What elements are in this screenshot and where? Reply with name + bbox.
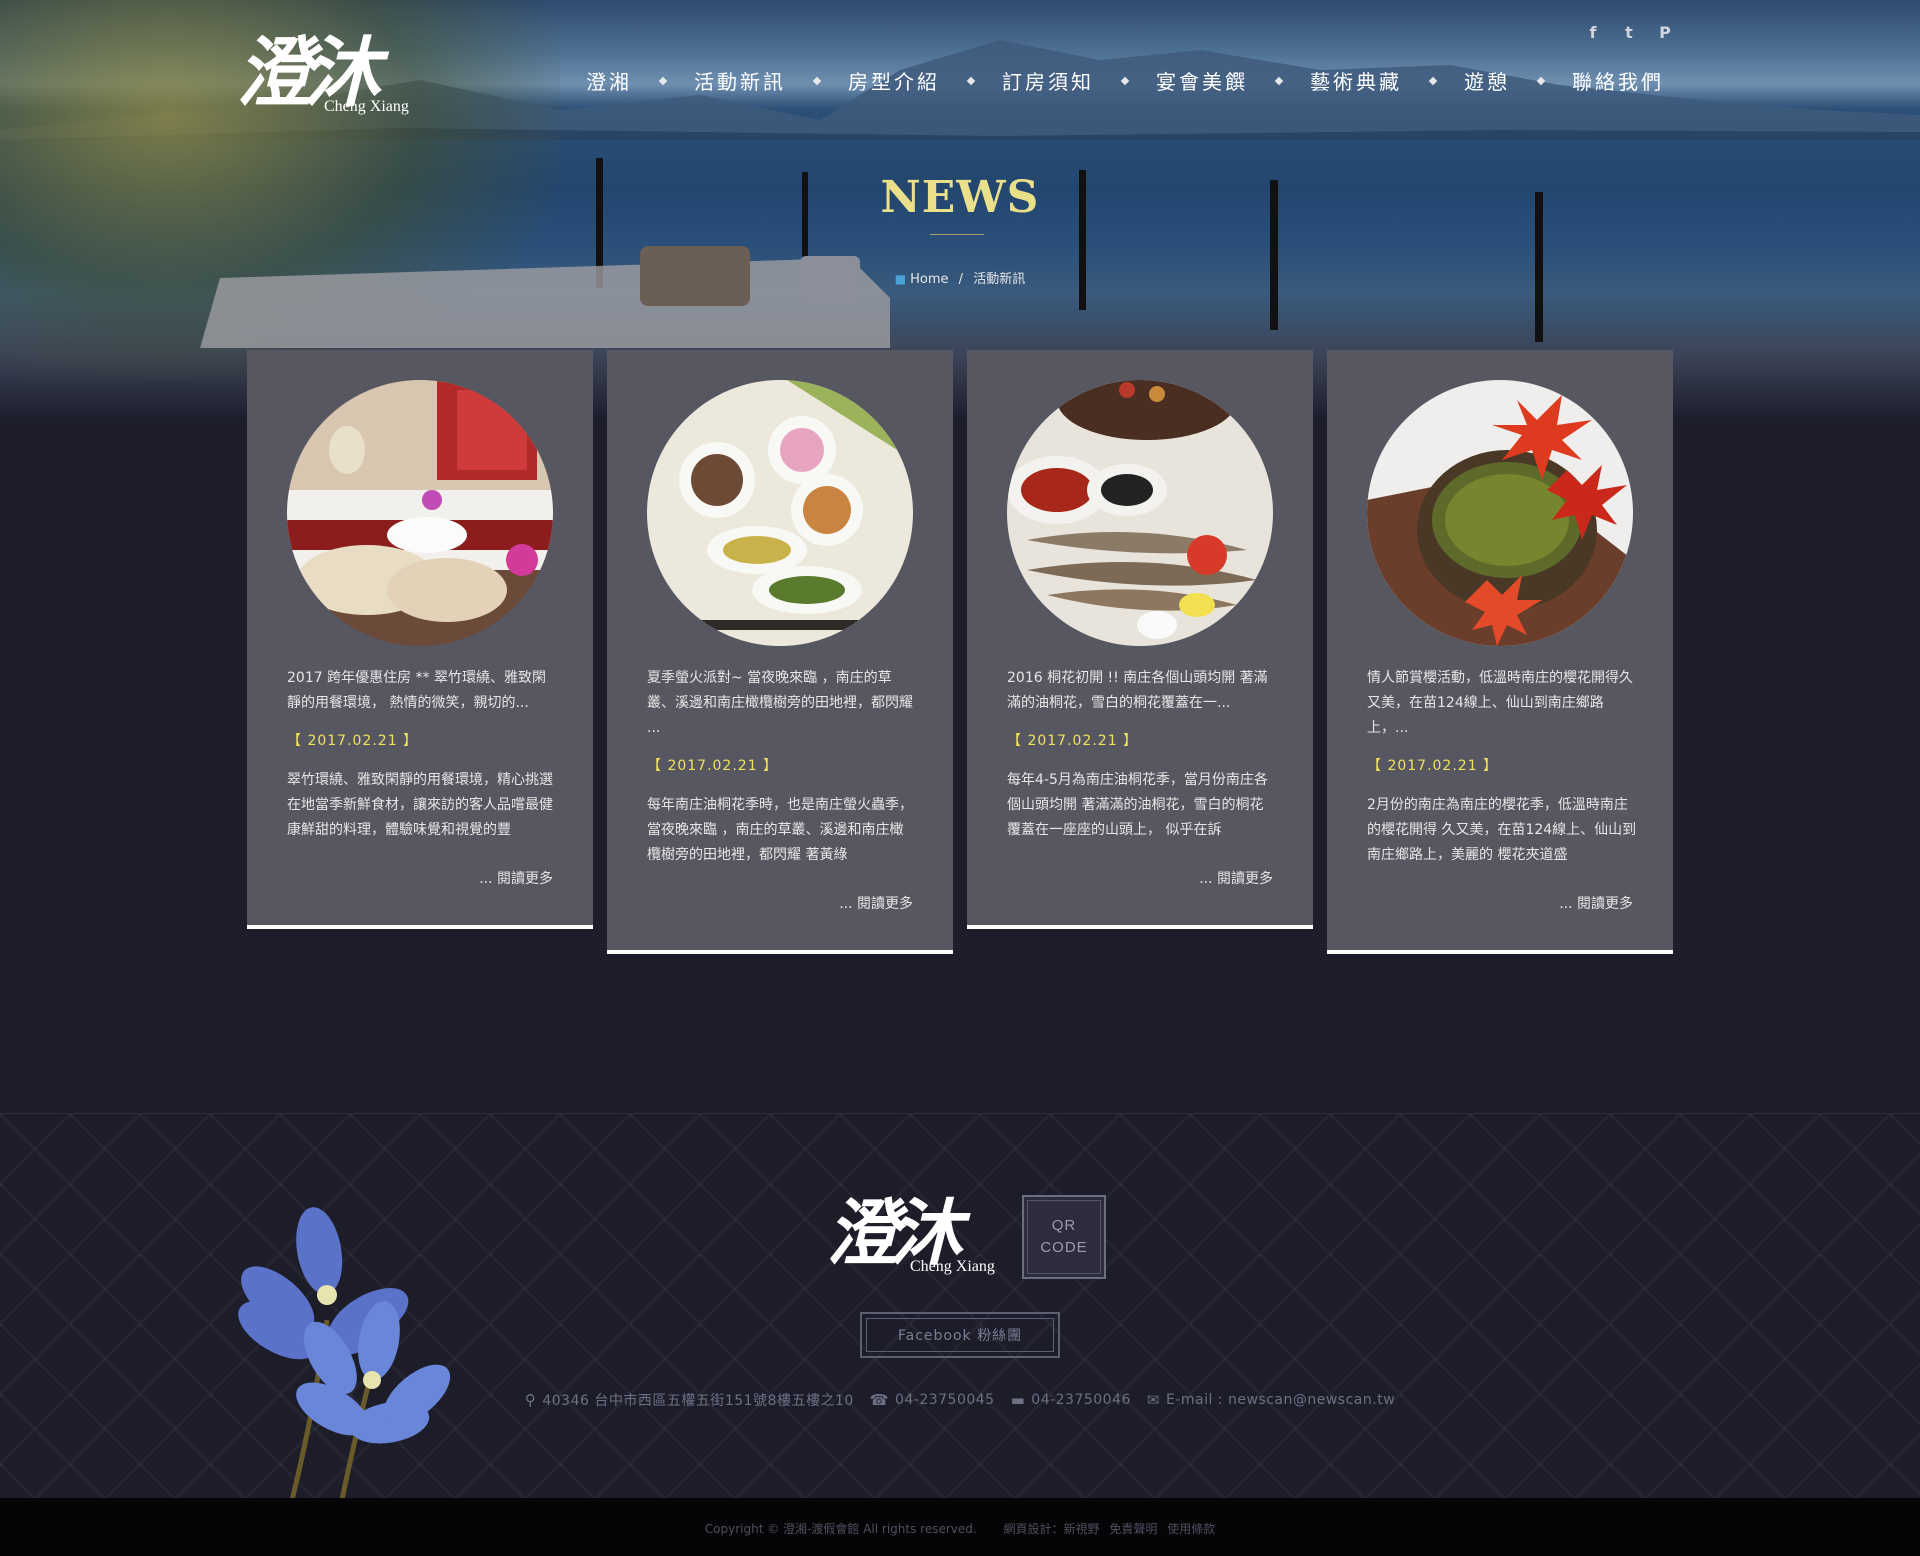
read-more-link[interactable]: ... 閱讀更多 — [839, 893, 913, 913]
nav-item-news[interactable]: 活動新訊 — [690, 66, 790, 95]
card-date: 【 2017.02.21 】 — [1007, 733, 1139, 749]
logo-subtitle: Cheng Xiang — [324, 98, 409, 115]
qr-line-2: CODE — [1040, 1239, 1088, 1256]
news-card[interactable]: 2017 跨年優惠住房 ** 翠竹環繞、雅致閑靜的用餐環境， 熱情的微笑，親切的… — [247, 350, 593, 929]
nav-item-booking[interactable]: 訂房須知 — [998, 66, 1098, 95]
qr-line-1: QR — [1051, 1217, 1077, 1234]
lounge-sofa — [200, 246, 890, 348]
card-body: 翠竹環繞、雅致閑靜的用餐環境，精心挑選在地當季新鮮食材，讓來訪的客人品嚐最健康鮮… — [287, 772, 553, 838]
nav-item-rooms[interactable]: 房型介紹 — [844, 66, 944, 95]
terms-link[interactable]: 使用條款 — [1167, 1522, 1215, 1536]
card-body: 每年南庄油桐花季時，也是南庄螢火蟲季，當夜晚來臨 ，南庄的草叢、溪邊和南庄橄欖樹… — [647, 797, 913, 863]
nav-separator — [1428, 76, 1438, 85]
nav-separator — [1120, 76, 1130, 85]
flower-decoration-icon — [238, 1207, 451, 1500]
qr-code-label: QR CODE — [1040, 1215, 1087, 1259]
nav-item-contact[interactable]: 聯絡我們 — [1568, 66, 1668, 95]
copyright-text: Copyright © 澄湘-渡假會館 All rights reserved. — [704, 1522, 977, 1536]
facebook-fanpage-button[interactable]: Facebook 粉絲團 — [860, 1312, 1060, 1358]
email-group: ✉ E-mail : newscan@newscan.tw — [1147, 1390, 1395, 1410]
breadcrumb-separator: / — [958, 272, 964, 287]
breadcrumb-home[interactable]: Home — [910, 272, 948, 287]
page-title: NEWS — [880, 172, 1040, 223]
card-excerpt[interactable]: 2016 桐花初開 !! 南庄各個山頭均開 著滿滿的油桐花，雪白的桐花覆蓋在一.… — [1007, 666, 1277, 716]
read-more-link[interactable]: ... 閱讀更多 — [479, 868, 553, 888]
phone-group: ☎ 04-23750045 — [870, 1390, 995, 1410]
address-group: ⚲ 40346 台中市西區五權五街151號8樓五樓之10 — [525, 1390, 854, 1410]
title-divider — [930, 234, 984, 235]
contact-info: ⚲ 40346 台中市西區五權五街151號8樓五樓之10 ☎ 04-237500… — [0, 1390, 1920, 1410]
phone-text[interactable]: 04-23750045 — [895, 1392, 995, 1408]
nav-separator — [1274, 76, 1284, 85]
social-links: f t P — [1584, 24, 1674, 42]
tea-icon[interactable] — [1367, 380, 1633, 646]
mail-icon: ✉ — [1146, 1391, 1160, 1409]
news-card[interactable]: 夏季螢火派對~ 當夜晚來臨 ，南庄的草叢、溪邊和南庄橄欖樹旁的田地裡，都閃耀 .… — [607, 350, 953, 954]
fax-text: 04-23750046 — [1031, 1392, 1131, 1408]
towel-icon[interactable] — [287, 380, 553, 646]
card-date: 【 2017.02.21 】 — [647, 758, 779, 774]
nav-separator — [658, 76, 668, 85]
twitter-icon[interactable]: t — [1620, 24, 1638, 42]
footer-logo-subtitle: Cheng Xiang — [910, 1258, 995, 1275]
read-more-link[interactable]: ... 閱讀更多 — [1199, 868, 1273, 888]
copyright-line: Copyright © 澄湘-渡假會館 All rights reserved.… — [0, 1520, 1920, 1537]
nav-item-leisure[interactable]: 遊憩 — [1460, 66, 1514, 95]
breadcrumb: ■ Home / 活動新訊 — [0, 268, 1920, 287]
flag-icon[interactable]: P — [1656, 24, 1674, 42]
fax-group: ▬ 04-23750046 — [1011, 1390, 1131, 1410]
facebook-fanpage-label: Facebook 粉絲團 — [866, 1318, 1054, 1352]
nav-separator — [812, 76, 822, 85]
home-icon: ■ — [894, 272, 907, 286]
nav-separator — [1536, 76, 1546, 85]
card-body: 每年4-5月為南庄油桐花季，當月份南庄各個山頭均開 著滿滿的油桐花，雪白的桐花覆… — [1007, 772, 1268, 838]
card-excerpt[interactable]: 夏季螢火派對~ 當夜晚來臨 ，南庄的草叢、溪邊和南庄橄欖樹旁的田地裡，都閃耀 .… — [647, 666, 917, 741]
email-text[interactable]: E-mail : newscan@newscan.tw — [1166, 1392, 1395, 1408]
nav-item-art[interactable]: 藝術典藏 — [1306, 66, 1406, 95]
designer-link[interactable]: 網頁設計：新視野 — [1004, 1522, 1100, 1536]
fish-icon[interactable] — [1007, 380, 1273, 646]
site-logo[interactable]: 澄沐 Cheng Xiang — [236, 28, 426, 123]
card-excerpt[interactable]: 2017 跨年優惠住房 ** 翠竹環繞、雅致閑靜的用餐環境， 熱情的微笑，親切的… — [287, 666, 557, 716]
news-card[interactable]: 情人節賞櫻活動，低溫時南庄的櫻花開得久又美，在苗124線上、仙山到南庄鄉路上，.… — [1327, 350, 1673, 954]
nav-item-about[interactable]: 澄湘 — [582, 66, 636, 95]
facebook-icon[interactable]: f — [1584, 24, 1602, 42]
copyright-bar: Copyright © 澄湘-渡假會館 All rights reserved.… — [0, 1498, 1920, 1556]
news-card[interactable]: 2016 桐花初開 !! 南庄各個山頭均開 著滿滿的油桐花，雪白的桐花覆蓋在一.… — [967, 350, 1313, 929]
card-body: 2月份的南庄為南庄的櫻花季，低溫時南庄的櫻花開得 久又美，在苗124線上、仙山到… — [1367, 797, 1637, 863]
card-date: 【 2017.02.21 】 — [287, 733, 419, 749]
address-text: 40346 台中市西區五權五街151號8樓五樓之10 — [542, 1393, 854, 1409]
location-pin-icon: ⚲ — [524, 1391, 537, 1409]
read-more-link[interactable]: ... 閱讀更多 — [1559, 893, 1633, 913]
qr-code-button[interactable]: QR CODE — [1022, 1195, 1106, 1279]
main-nav: 澄湘 活動新訊 房型介紹 訂房須知 宴會美饌 藝術典藏 遊憩 聯絡我們 — [582, 66, 1668, 95]
nav-separator — [966, 76, 976, 85]
disclaimer-link[interactable]: 免責聲明 — [1109, 1522, 1157, 1536]
footer-logo[interactable]: 澄沐 Cheng Xiang — [826, 1190, 1006, 1282]
fax-icon: ▬ — [1010, 1391, 1026, 1409]
card-excerpt[interactable]: 情人節賞櫻活動，低溫時南庄的櫻花開得久又美，在苗124線上、仙山到南庄鄉路上，.… — [1367, 666, 1637, 741]
card-date: 【 2017.02.21 】 — [1367, 758, 1499, 774]
nav-item-banquet[interactable]: 宴會美饌 — [1152, 66, 1252, 95]
breadcrumb-current: 活動新訊 — [973, 272, 1026, 287]
phone-icon: ☎ — [869, 1391, 889, 1409]
dishes-icon[interactable] — [647, 380, 913, 646]
